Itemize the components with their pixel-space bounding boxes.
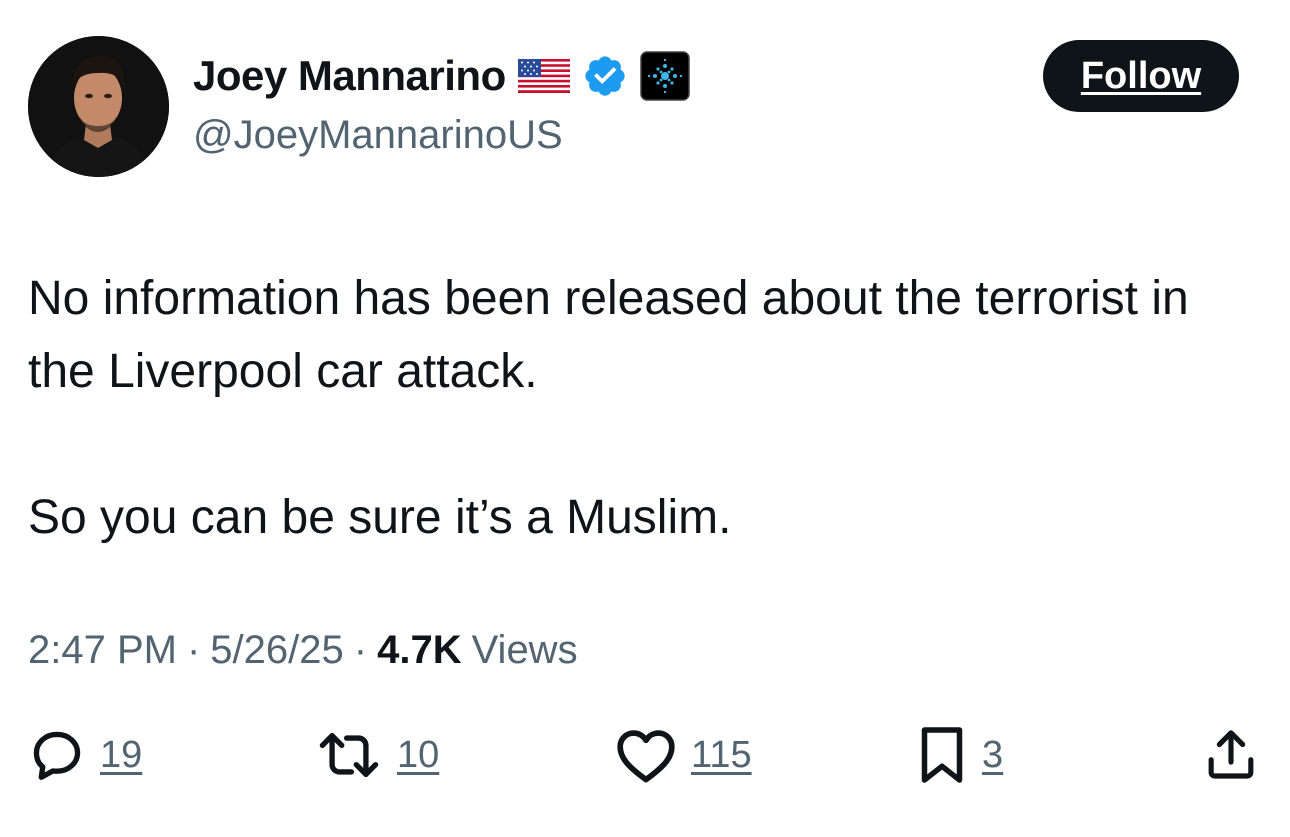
share-icon bbox=[1208, 730, 1254, 779]
views-count: 4.7K bbox=[377, 628, 462, 672]
avatar[interactable] bbox=[28, 36, 169, 177]
heart-icon bbox=[617, 730, 675, 783]
reply-button[interactable]: 19 bbox=[28, 724, 142, 786]
follow-button[interactable]: Follow bbox=[1043, 40, 1239, 112]
share-button[interactable] bbox=[1203, 724, 1259, 786]
tweet-line: So you can be sure it’s a Muslim. bbox=[28, 491, 732, 544]
tweet-text: No information has been released about t… bbox=[28, 262, 1258, 554]
reply-icon bbox=[33, 731, 81, 780]
bookmark-icon bbox=[921, 727, 963, 783]
bookmark-count[interactable]: 3 bbox=[982, 734, 1003, 777]
like-count[interactable]: 115 bbox=[691, 734, 752, 777]
author-name[interactable]: Joey Mannarino bbox=[193, 52, 506, 100]
views-label: Views bbox=[471, 628, 578, 672]
repost-count[interactable]: 10 bbox=[397, 734, 439, 777]
tweet-line: No information has been released about t… bbox=[28, 272, 1189, 398]
bookmark-button[interactable]: 3 bbox=[916, 724, 1003, 786]
tweet-time[interactable]: 2:47 PM bbox=[28, 628, 177, 673]
tweet-meta: 2:47 PM · 5/26/25 · 4.7K Views bbox=[28, 628, 578, 673]
meta-separator: · bbox=[186, 628, 201, 672]
tweet-date[interactable]: 5/26/25 bbox=[210, 628, 343, 673]
like-button[interactable]: 115 bbox=[615, 724, 752, 786]
affiliate-badge-icon[interactable] bbox=[640, 51, 690, 101]
meta-separator: · bbox=[353, 628, 368, 672]
verified-badge-icon[interactable] bbox=[582, 53, 628, 99]
repost-icon bbox=[319, 733, 379, 777]
author-handle[interactable]: @JoeyMannarinoUS bbox=[193, 113, 563, 158]
reply-count[interactable]: 19 bbox=[100, 734, 142, 777]
repost-button[interactable]: 10 bbox=[315, 724, 439, 786]
us-flag-icon bbox=[517, 59, 570, 93]
